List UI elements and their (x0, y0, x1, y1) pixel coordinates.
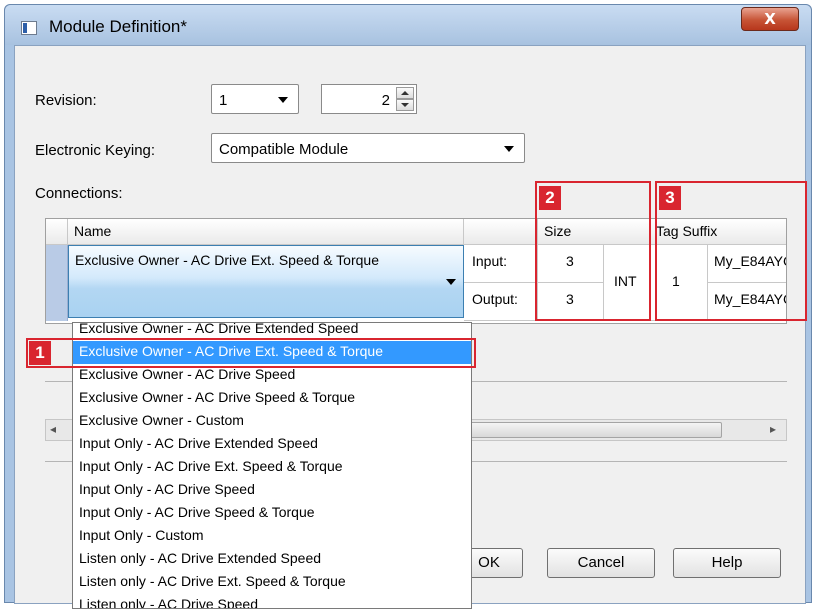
spin-buttons (396, 87, 414, 111)
scroll-left-icon[interactable]: ◂ (50, 422, 56, 436)
annotation-box-1 (26, 338, 476, 368)
direction-column-header (464, 219, 538, 245)
dropdown-item[interactable]: Input Only - Custom (73, 525, 471, 548)
cancel-button[interactable]: Cancel (547, 548, 655, 578)
revision-major-value: 1 (219, 92, 228, 109)
module-definition-window: Module Definition* X Revision: 1 2 Elect… (4, 4, 812, 609)
dropdown-item[interactable]: Exclusive Owner - AC Drive Speed & Torqu… (73, 387, 471, 410)
window-title: Module Definition* (49, 17, 187, 36)
spin-down-icon[interactable] (396, 99, 414, 111)
revision-major-select[interactable]: 1 (211, 84, 299, 114)
help-button[interactable]: Help (673, 548, 781, 578)
electronic-keying-value: Compatible Module (219, 141, 349, 158)
annotation-badge-2: 2 (539, 186, 561, 210)
dropdown-item[interactable]: Input Only - AC Drive Speed & Torque (73, 502, 471, 525)
scrollbar-thumb[interactable] (442, 422, 722, 438)
dropdown-item[interactable]: Listen only - AC Drive Extended Speed (73, 548, 471, 571)
corner-header (46, 219, 68, 245)
spin-up-icon[interactable] (396, 87, 414, 99)
name-column-header[interactable]: Name (68, 219, 464, 245)
dropdown-item[interactable]: Exclusive Owner - Custom (73, 410, 471, 433)
output-direction-cell: Output: (464, 283, 538, 321)
row-selector[interactable] (46, 245, 68, 321)
dropdown-item[interactable]: Input Only - AC Drive Ext. Speed & Torqu… (73, 456, 471, 479)
electronic-keying-select[interactable]: Compatible Module (211, 133, 525, 163)
revision-minor-value: 2 (381, 92, 390, 109)
connection-name-value: Exclusive Owner - AC Drive Ext. Speed & … (75, 252, 379, 268)
annotation-badge-1: 1 (29, 341, 51, 365)
electronic-keying-label: Electronic Keying: (35, 142, 156, 159)
scroll-right-icon[interactable]: ▸ (770, 422, 776, 436)
dropdown-item[interactable]: Input Only - AC Drive Extended Speed (73, 433, 471, 456)
dropdown-item[interactable]: Input Only - AC Drive Speed (73, 479, 471, 502)
module-window-icon (21, 21, 37, 35)
dropdown-item[interactable]: Listen only - AC Drive Ext. Speed & Torq… (73, 571, 471, 594)
connection-name-select[interactable]: Exclusive Owner - AC Drive Ext. Speed & … (68, 245, 464, 318)
title-bar[interactable]: Module Definition* X (5, 5, 811, 45)
chevron-down-icon (446, 279, 456, 285)
revision-label: Revision: (35, 92, 97, 109)
close-button[interactable]: X (741, 7, 799, 31)
revision-minor-stepper[interactable]: 2 (321, 84, 417, 114)
connections-label: Connections: (35, 185, 123, 202)
annotation-badge-3: 3 (659, 186, 681, 210)
dropdown-item[interactable]: Listen only - AC Drive Speed (73, 594, 471, 608)
chevron-down-icon (278, 97, 288, 103)
dialog-body: Revision: 1 2 Electronic Keying: Compati… (14, 45, 807, 609)
input-direction-cell: Input: (464, 245, 538, 283)
chevron-down-icon (504, 146, 514, 152)
